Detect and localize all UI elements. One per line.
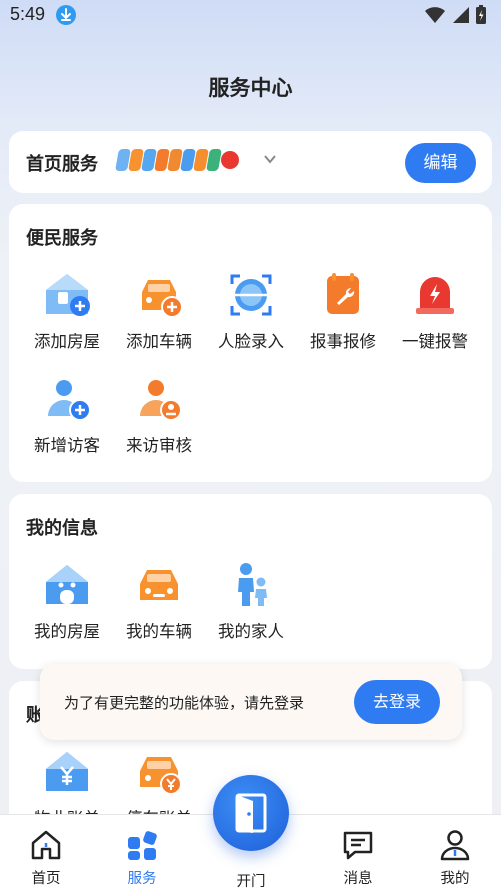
my-info-card: 我的信息 我的房屋 我的车辆 我的家人 (9, 494, 492, 669)
tab-services[interactable]: 服务 (102, 827, 182, 888)
my-house-label: 我的房屋 (34, 622, 100, 641)
face-entry-label: 人脸录入 (218, 332, 284, 351)
add-visitor-button[interactable]: 新增访客 (21, 374, 113, 456)
add-house-button[interactable]: 添加房屋 (21, 270, 113, 352)
one-key-alarm-label: 一键报警 (402, 332, 468, 351)
tab-services-label: 服务 (127, 871, 157, 887)
status-bar: 5:49 (0, 0, 501, 32)
tab-messages[interactable]: 消息 (318, 827, 398, 888)
login-prompt-toast: 为了有更完整的功能体验，请先登录 去登录 (40, 664, 462, 740)
family-icon (226, 560, 276, 610)
visitor-review-label: 来访审核 (126, 436, 192, 455)
chevron-down-icon[interactable] (263, 152, 277, 166)
login-prompt-text: 为了有更完整的功能体验，请先登录 (64, 694, 305, 712)
add-car-label: 添加车辆 (126, 332, 192, 351)
page-title: 服务中心 (208, 76, 293, 100)
battery-icon (476, 5, 486, 24)
face-entry-button[interactable]: 人脸录入 (205, 270, 297, 352)
repair-icon (318, 270, 368, 320)
repair-report-button[interactable]: 报事报修 (297, 270, 389, 352)
tab-profile[interactable]: 我的 (415, 827, 495, 888)
home-icon (6, 827, 86, 863)
signal-icon (453, 7, 469, 23)
status-time: 5:49 (10, 4, 46, 24)
message-icon (318, 827, 398, 863)
tab-open-door-label: 开门 (236, 874, 266, 890)
download-notification-icon (56, 5, 76, 25)
edit-button[interactable]: 编辑 (405, 143, 476, 183)
add-house-icon (42, 270, 92, 320)
property-bill-icon (42, 747, 92, 797)
my-info-title: 我的信息 (26, 518, 98, 539)
tab-home-label: 首页 (31, 871, 61, 887)
add-visitor-label: 新增访客 (34, 436, 100, 455)
door-icon (235, 793, 267, 833)
my-family-label: 我的家人 (218, 622, 284, 641)
alarm-icon (221, 151, 239, 169)
my-house-button[interactable]: 我的房屋 (21, 560, 113, 642)
house-icon (42, 560, 92, 610)
home-services-card: 首页服务 编辑 (9, 131, 492, 193)
convenience-services-card: 便民服务 添加房屋 添加车辆 人脸录入 报事报修 一键报警 新增访客 来访审核 (9, 204, 492, 482)
tab-profile-label: 我的 (440, 871, 470, 887)
tab-home[interactable]: 首页 (6, 827, 86, 888)
alarm-icon (410, 270, 460, 320)
visitor-review-button[interactable]: 来访审核 (113, 374, 205, 456)
tab-messages-label: 消息 (343, 871, 373, 887)
add-car-button[interactable]: 添加车辆 (113, 270, 205, 352)
home-services-title: 首页服务 (26, 154, 98, 175)
parking-bill-icon (134, 747, 184, 797)
my-car-button[interactable]: 我的车辆 (113, 560, 205, 642)
services-grid-icon (102, 827, 182, 863)
visitor-review-icon (134, 374, 184, 424)
add-car-icon (134, 270, 184, 320)
repair-report-label: 报事报修 (310, 332, 376, 351)
add-house-label: 添加房屋 (34, 332, 100, 351)
wifi-icon (425, 7, 445, 23)
login-button[interactable]: 去登录 (354, 680, 440, 724)
face-scan-icon (226, 270, 276, 320)
car-icon (134, 560, 184, 610)
bill-icon (206, 149, 222, 171)
add-visitor-icon (42, 374, 92, 424)
profile-icon (415, 827, 495, 863)
my-family-button[interactable]: 我的家人 (205, 560, 297, 642)
open-door-button[interactable] (213, 775, 289, 851)
home-services-preview[interactable] (115, 149, 239, 171)
one-key-alarm-button[interactable]: 一键报警 (389, 270, 481, 352)
convenience-title: 便民服务 (26, 228, 98, 249)
my-car-label: 我的车辆 (126, 622, 192, 641)
